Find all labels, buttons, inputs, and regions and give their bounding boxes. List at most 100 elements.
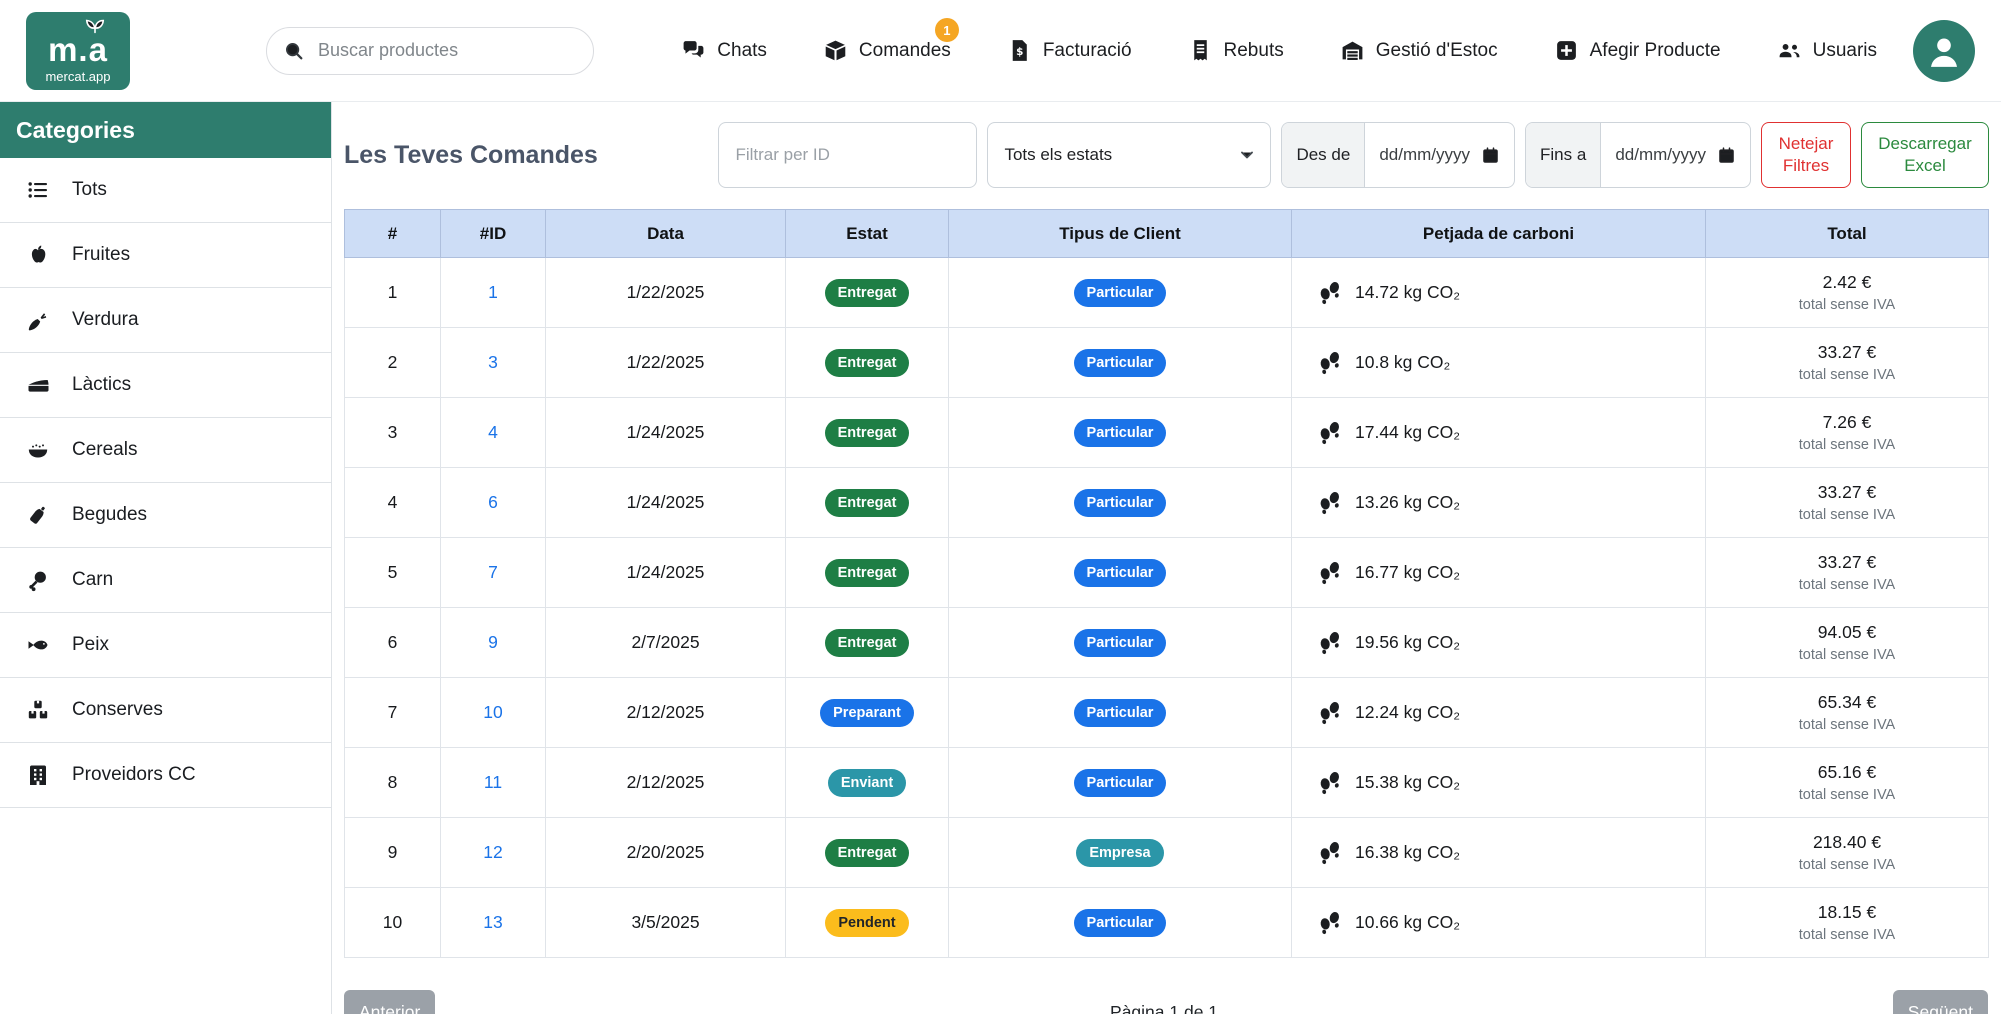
client-type-badge: Particular: [1074, 349, 1167, 377]
nav-item[interactable]: Comandes 1: [823, 38, 951, 63]
nav-item-label: Rebuts: [1224, 40, 1284, 62]
invoice-icon: $: [1007, 38, 1032, 63]
row-number: 10: [345, 888, 441, 958]
table-row: 5 7 1/24/2025 Entregat Particular 16.77 …: [345, 538, 1989, 608]
total-note: total sense IVA: [1707, 927, 1987, 943]
order-total: 94.05 €: [1707, 622, 1987, 643]
table-row: 10 13 3/5/2025 Pendent Particular 10.66 …: [345, 888, 1989, 958]
footprints-icon: [1317, 839, 1344, 866]
order-id-link[interactable]: 12: [483, 842, 502, 862]
apple-icon: [26, 243, 50, 267]
sidebar-item[interactable]: Conserves: [0, 678, 331, 743]
order-id-link[interactable]: 7: [488, 562, 498, 582]
status-badge: Entregat: [825, 349, 910, 377]
cans-icon: [26, 698, 50, 722]
sidebar-item-label: Tots: [72, 179, 107, 201]
sidebar-item[interactable]: Proveidors CC: [0, 743, 331, 808]
clear-filters-button[interactable]: Netejar Filtres: [1761, 122, 1851, 188]
sidebar-item[interactable]: Làctics: [0, 353, 331, 418]
carrot-icon: [26, 308, 50, 332]
row-number: 2: [345, 328, 441, 398]
nav-item-label: Facturació: [1043, 40, 1132, 62]
brand-logo[interactable]: m.a mercat.app: [26, 12, 130, 90]
order-id-link[interactable]: 11: [484, 772, 502, 792]
cereal-bowl-icon: [26, 438, 50, 462]
carbon-footprint-value: 14.72 kg CO₂: [1355, 282, 1460, 303]
sidebar-item[interactable]: Peix: [0, 613, 331, 678]
profile-avatar[interactable]: [1913, 20, 1975, 82]
order-id-link[interactable]: 1: [488, 282, 498, 302]
table-body: 1 1 1/22/2025 Entregat Particular 14.72 …: [345, 258, 1989, 958]
order-id-link[interactable]: 3: [488, 352, 498, 372]
orders-box-icon: [823, 38, 848, 63]
sidebar-item[interactable]: Begudes: [0, 483, 331, 548]
order-total: 7.26 €: [1707, 412, 1987, 433]
orders-table: # #ID Data Estat Tipus de Client Petjada…: [344, 209, 1989, 958]
nav-item[interactable]: Gestió d'Estoc: [1340, 38, 1498, 63]
filter-id-input[interactable]: [718, 122, 977, 188]
order-id-link[interactable]: 13: [483, 912, 502, 932]
nav-item[interactable]: Chats: [681, 38, 767, 63]
date-from-group: Des de dd/mm/yyyy: [1281, 122, 1515, 188]
footprints-icon: [1317, 489, 1344, 516]
row-number: 7: [345, 678, 441, 748]
calendar-icon[interactable]: [1717, 146, 1736, 165]
status-badge: Preparant: [820, 699, 914, 727]
footprints-icon: [1317, 279, 1344, 306]
nav-item[interactable]: $ Facturació: [1007, 38, 1132, 63]
table-row: 4 6 1/24/2025 Entregat Particular 13.26 …: [345, 468, 1989, 538]
sidebar-item-label: Cereals: [72, 439, 137, 461]
export-excel-button[interactable]: Descarregar Excel: [1861, 122, 1989, 188]
nav-item[interactable]: Usuaris: [1777, 38, 1877, 63]
nav-item[interactable]: Rebuts: [1188, 38, 1284, 63]
previous-page-button[interactable]: Anterior: [344, 990, 435, 1014]
order-total: 18.15 €: [1707, 902, 1987, 923]
order-id-link[interactable]: 6: [488, 492, 498, 512]
calendar-icon[interactable]: [1481, 146, 1500, 165]
row-number: 5: [345, 538, 441, 608]
status-select[interactable]: Tots els estats: [987, 122, 1271, 188]
users-icon: [1777, 38, 1802, 63]
sidebar-item[interactable]: Fruites: [0, 223, 331, 288]
sidebar-item-label: Verdura: [72, 309, 139, 331]
next-page-button[interactable]: Següent: [1893, 990, 1988, 1014]
product-search[interactable]: [266, 27, 594, 75]
search-input[interactable]: [316, 39, 581, 62]
carbon-footprint-value: 16.77 kg CO₂: [1355, 562, 1460, 583]
col-header-date: Data: [546, 210, 786, 258]
order-id-link[interactable]: 4: [488, 422, 498, 442]
footprints-icon: [1317, 419, 1344, 446]
carbon-footprint-value: 10.66 kg CO₂: [1355, 912, 1460, 933]
main-nav: Chats Comandes 1 $ Facturació R: [681, 38, 1877, 63]
order-date: 1/24/2025: [546, 468, 786, 538]
footprints-icon: [1317, 629, 1344, 656]
date-from-input[interactable]: dd/mm/yyyy: [1365, 123, 1514, 187]
client-type-badge: Particular: [1074, 699, 1167, 727]
order-id-link[interactable]: 10: [483, 702, 502, 722]
date-to-input[interactable]: dd/mm/yyyy: [1601, 123, 1750, 187]
order-date: 3/5/2025: [546, 888, 786, 958]
sidebar-item[interactable]: Tots: [0, 158, 331, 223]
footprints-icon: [1317, 909, 1344, 936]
order-date: 1/22/2025: [546, 258, 786, 328]
table-row: 2 3 1/22/2025 Entregat Particular 10.8 k…: [345, 328, 1989, 398]
status-select-value: Tots els estats: [1004, 145, 1112, 165]
sidebar-item[interactable]: Verdura: [0, 288, 331, 353]
bottle-icon: [26, 503, 50, 527]
client-type-badge: Particular: [1074, 489, 1167, 517]
orders-main: Les Teves Comandes Tots els estats Des d…: [332, 102, 2001, 1014]
footprints-icon: [1317, 349, 1344, 376]
pagination: Anterior Pàgina 1 de 1 Següent: [344, 990, 1988, 1014]
nav-item[interactable]: Afegir Producte: [1554, 38, 1721, 63]
carbon-footprint-value: 15.38 kg CO₂: [1355, 772, 1460, 793]
sidebar-item[interactable]: Cereals: [0, 418, 331, 483]
sidebar-title: Categories: [0, 102, 331, 158]
total-note: total sense IVA: [1707, 787, 1987, 803]
order-id-link[interactable]: 9: [488, 632, 498, 652]
order-total: 218.40 €: [1707, 832, 1987, 853]
status-badge: Entregat: [825, 559, 910, 587]
sidebar-item[interactable]: Carn: [0, 548, 331, 613]
cheese-icon: [26, 373, 50, 397]
carbon-footprint-value: 10.8 kg CO₂: [1355, 352, 1450, 373]
status-badge: Pendent: [825, 909, 908, 937]
